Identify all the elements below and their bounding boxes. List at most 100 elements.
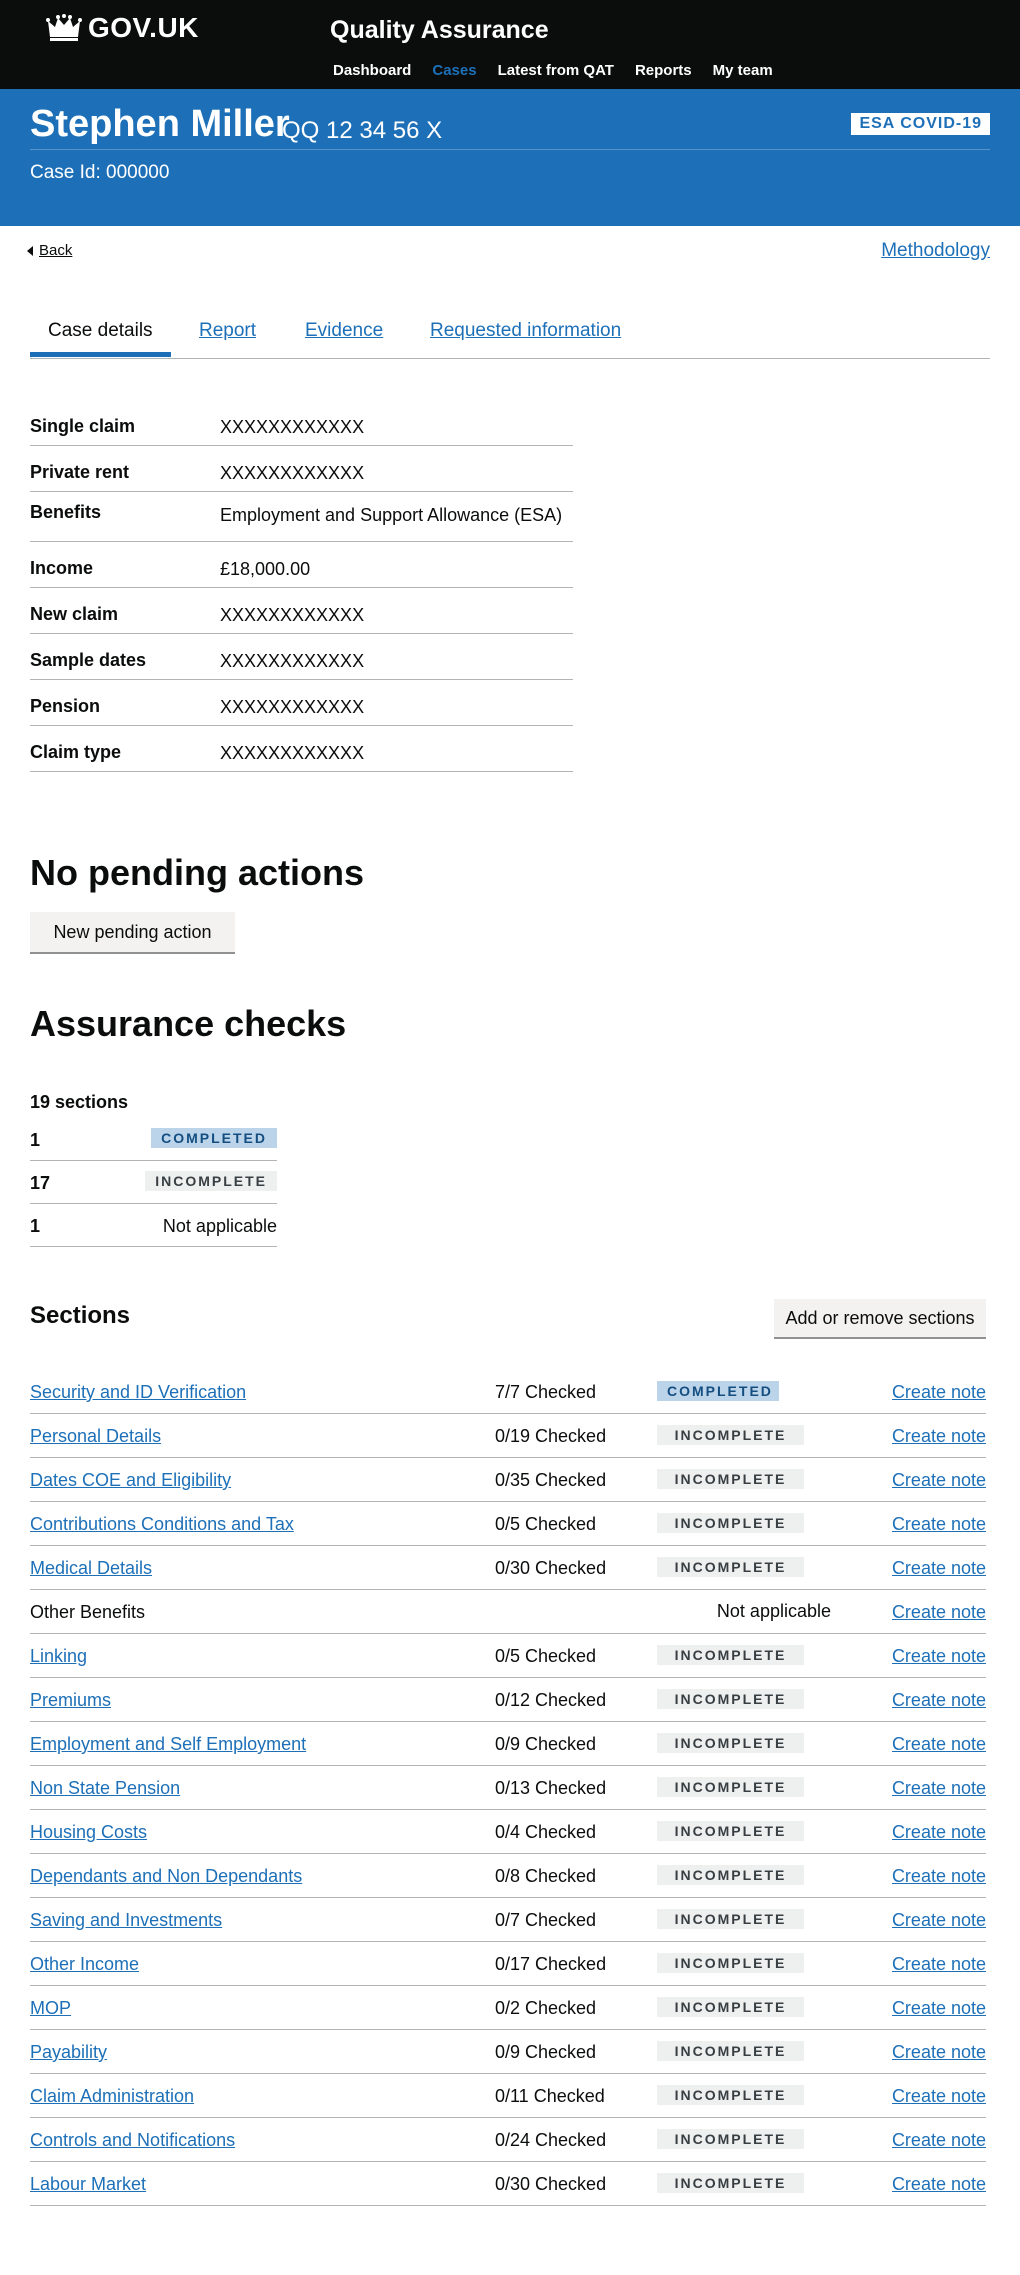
section-name[interactable]: Employment and Self Employment xyxy=(30,1734,306,1755)
table-row: Contributions Conditions and Tax 0/5 Chec… xyxy=(30,1502,986,1546)
create-note-link[interactable]: Create note xyxy=(892,1822,986,1843)
count-row: 1 Not applicable xyxy=(30,1204,277,1247)
tab-evidence[interactable]: Evidence xyxy=(305,320,383,342)
create-note-link[interactable]: Create note xyxy=(892,1866,986,1887)
create-note-link[interactable]: Create note xyxy=(892,2130,986,2151)
status-text: Not applicable xyxy=(162,1216,277,1236)
table-row: Employment and Self Employment 0/9 Checke… xyxy=(30,1722,986,1766)
checked-count: 0/9 Checked xyxy=(495,1734,597,1754)
create-note-link[interactable]: Create note xyxy=(892,1382,986,1403)
tab-requested-information[interactable]: Requested information xyxy=(430,320,621,342)
case-summary-list: Single claim XXXXXXXXXXXX Private rent X… xyxy=(30,400,573,772)
sections-total: 19 sections xyxy=(30,1092,129,1112)
back-link[interactable]: Back xyxy=(27,242,72,259)
status-badge: INCOMPLETE xyxy=(657,2173,804,2193)
status-badge: INCOMPLETE xyxy=(657,1909,804,1929)
section-name[interactable]: Medical Details xyxy=(30,1558,152,1579)
create-note-link[interactable]: Create note xyxy=(892,2174,986,2195)
section-name[interactable]: Non State Pension xyxy=(30,1778,180,1799)
create-note-link[interactable]: Create note xyxy=(892,1734,986,1755)
summary-value: XXXXXXXXXXXX xyxy=(220,605,365,625)
table-row: Medical Details 0/30 Checked INCOMPLETE Cre… xyxy=(30,1546,986,1590)
create-note-link[interactable]: Create note xyxy=(892,2042,986,2063)
section-name[interactable]: Dates COE and Eligibility xyxy=(30,1470,231,1491)
summary-row: Income £18,000.00 xyxy=(30,542,573,588)
summary-row: Private rent XXXXXXXXXXXX xyxy=(30,446,573,492)
checked-count: 0/24 Checked xyxy=(495,2130,607,2150)
section-name[interactable]: Labour Market xyxy=(30,2174,146,2195)
status-badge: INCOMPLETE xyxy=(657,1425,804,1445)
new-pending-action-button[interactable]: New pending action xyxy=(30,912,235,952)
create-note-link[interactable]: Create note xyxy=(892,1558,986,1579)
table-row: Non State Pension 0/13 Checked INCOMPLETE C… xyxy=(30,1766,986,1810)
summary-row: New claim XXXXXXXXXXXX xyxy=(30,588,573,634)
table-row: Controls and Notifications 0/24 Checked IN… xyxy=(30,2118,986,2162)
section-name[interactable]: Dependants and Non Dependants xyxy=(30,1866,302,1887)
checked-count: 0/5 Checked xyxy=(495,1514,597,1534)
summary-key: New claim xyxy=(30,604,119,624)
section-name[interactable]: Controls and Notifications xyxy=(30,2130,235,2151)
status-badge: INCOMPLETE xyxy=(657,1513,804,1533)
summary-key: Benefits xyxy=(30,502,102,522)
summary-row: Pension XXXXXXXXXXXX xyxy=(30,680,573,726)
back-link-label: Back xyxy=(39,242,73,259)
status-badge: INCOMPLETE xyxy=(657,1865,804,1885)
section-name[interactable]: Claim Administration xyxy=(30,2086,194,2107)
create-note-link[interactable]: Create note xyxy=(892,1690,986,1711)
section-name[interactable]: Security and ID Verification xyxy=(30,1382,246,1403)
summary-value: XXXXXXXXXXXX xyxy=(220,697,365,717)
create-note-link[interactable]: Create note xyxy=(892,1998,986,2019)
create-note-link[interactable]: Create note xyxy=(892,1426,986,1447)
table-row: Other Income 0/17 Checked INCOMPLETE Create… xyxy=(30,1942,986,1986)
summary-key: Sample dates xyxy=(30,650,147,670)
summary-key: Claim type xyxy=(30,742,122,762)
table-row: Labour Market 0/30 Checked INCOMPLETE Creat… xyxy=(30,2162,986,2206)
assurance-checks-heading: Assurance checks xyxy=(30,1003,347,1044)
table-row: Claim Administration 0/11 Checked INCOMPLE… xyxy=(30,2074,986,2118)
checked-count: 0/35 Checked xyxy=(495,1470,607,1490)
assurance-counts: 19 sections 1 COMPLETED 17 INCOMPLETE 1 … xyxy=(30,1092,277,1247)
checked-count: 0/9 Checked xyxy=(495,2042,597,2062)
checked-count: 0/4 Checked xyxy=(495,1822,597,1842)
create-note-link[interactable]: Create note xyxy=(892,1646,986,1667)
status-badge: INCOMPLETE xyxy=(657,1953,804,1973)
section-name[interactable]: Payability xyxy=(30,2042,107,2063)
section-name[interactable]: Premiums xyxy=(30,1690,111,1711)
create-note-link[interactable]: Create note xyxy=(892,1602,986,1623)
create-note-link[interactable]: Create note xyxy=(892,1514,986,1535)
create-note-link[interactable]: Create note xyxy=(892,1954,986,1975)
status-badge: INCOMPLETE xyxy=(657,2085,804,2105)
summary-value: £18,000.00 xyxy=(220,559,311,579)
status-badge: INCOMPLETE xyxy=(657,1777,804,1797)
section-name[interactable]: Personal Details xyxy=(30,1426,161,1447)
table-row: Payability 0/9 Checked INCOMPLETE Create no… xyxy=(30,2030,986,2074)
checked-count: 0/7 Checked xyxy=(495,1910,597,1930)
section-name[interactable]: Other Income xyxy=(30,1954,139,1975)
section-name[interactable]: Linking xyxy=(30,1646,87,1667)
section-name[interactable]: Contributions Conditions and Tax xyxy=(30,1514,294,1535)
create-note-link[interactable]: Create note xyxy=(892,2086,986,2107)
summary-row: Single claim XXXXXXXXXXXX xyxy=(30,400,573,446)
status-badge: INCOMPLETE xyxy=(657,1821,804,1841)
methodology-link[interactable]: Methodology xyxy=(881,240,990,262)
section-name[interactable]: MOP xyxy=(30,1998,71,2019)
section-name: Other Benefits xyxy=(30,1602,146,1622)
create-note-link[interactable]: Create note xyxy=(892,1910,986,1931)
summary-value: Employment and Support Allowance (ESA) xyxy=(220,505,563,525)
tab-case-details[interactable]: Case details xyxy=(30,320,171,357)
status-badge: INCOMPLETE xyxy=(657,1689,804,1709)
status-badge: INCOMPLETE xyxy=(657,2041,804,2061)
status-badge: INCOMPLETE xyxy=(657,1557,804,1577)
section-name[interactable]: Saving and Investments xyxy=(30,1910,222,1931)
add-remove-sections-button[interactable]: Add or remove sections xyxy=(774,1299,986,1337)
table-row: Dates COE and Eligibility 0/35 Checked INC… xyxy=(30,1458,986,1502)
create-note-link[interactable]: Create note xyxy=(892,1470,986,1491)
section-name[interactable]: Housing Costs xyxy=(30,1822,147,1843)
tab-report[interactable]: Report xyxy=(199,320,256,342)
table-row: Housing Costs 0/4 Checked INCOMPLETE Create… xyxy=(30,1810,986,1854)
create-note-link[interactable]: Create note xyxy=(892,1778,986,1799)
status-badge: COMPLETED xyxy=(151,1128,277,1148)
checked-count: 0/8 Checked xyxy=(495,1866,597,1886)
sections-list: Security and ID Verification 7/7 Checked C… xyxy=(30,1370,986,2206)
status-badge: INCOMPLETE xyxy=(657,1733,804,1753)
